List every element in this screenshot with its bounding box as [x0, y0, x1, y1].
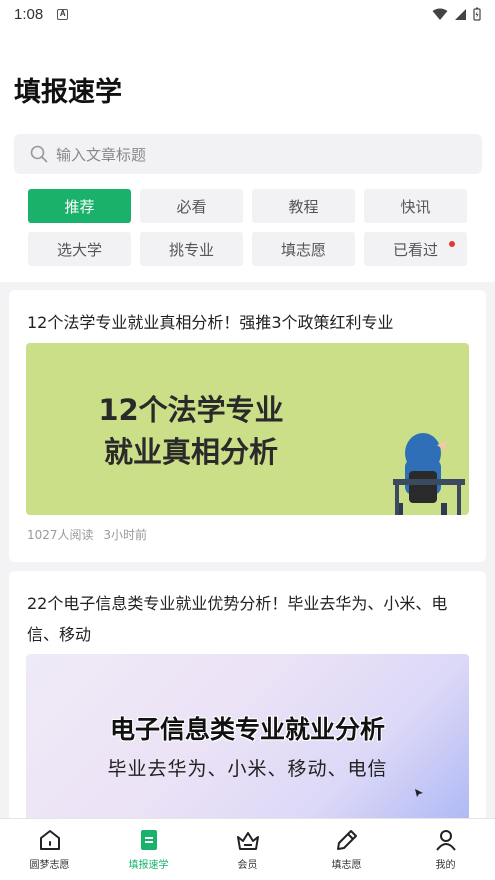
search-icon [30, 145, 48, 163]
tab-home[interactable]: 圆梦志愿 [0, 819, 99, 880]
cursor-icon [415, 789, 423, 797]
book-icon [140, 830, 157, 850]
chip-choose-university[interactable]: 选大学 [28, 232, 131, 266]
chip-choose-major[interactable]: 挑专业 [140, 232, 243, 266]
crown-icon [236, 832, 259, 850]
tab-learn[interactable]: 填报速学 [99, 819, 198, 880]
thumbnail-line2: 毕业去华为、小米、移动、电信 [107, 758, 388, 780]
thumbnail-line1: 12个法学专业 [98, 393, 284, 427]
unread-dot [449, 241, 455, 247]
article-title: 22个电子信息类专业就业优势分析！毕业去华为、小米、电信、移动 [27, 594, 448, 644]
article-title: 12个法学专业就业真相分析！强推3个政策红利专业 [27, 313, 394, 332]
article-meta: 1027人阅读 3小时前 [27, 526, 147, 543]
tab-member[interactable]: 会员 [198, 819, 297, 880]
read-count: 1027人阅读 [27, 528, 94, 542]
page-title: 填报速学 [14, 77, 122, 108]
article-thumbnail: 12个法学专业 就业真相分析 [26, 343, 469, 515]
tab-member-label: 会员 [237, 860, 258, 871]
search-input[interactable]: 输入文章标题 [56, 144, 146, 165]
student-illustration [393, 433, 465, 515]
article-card[interactable]: 12个法学专业就业真相分析！强推3个政策红利专业 12个法学专业 就业真相分析 … [9, 290, 486, 562]
header: 填报速学 输入文章标题 推荐 必看 教程 快讯 选大学 挑专业 填志愿 已看过 [0, 28, 495, 282]
chip-fill-application[interactable]: 填志愿 [252, 232, 355, 266]
search-bar[interactable]: 输入文章标题 [14, 134, 482, 174]
battery-icon [473, 7, 481, 21]
bottom-tab-bar: 圆梦志愿 填报速学 会员 填志愿 我的 [0, 818, 495, 880]
tab-apply[interactable]: 填志愿 [297, 819, 396, 880]
chip-tutorial[interactable]: 教程 [252, 189, 355, 223]
chip-viewed-label: 已看过 [392, 240, 438, 259]
notification-a-icon: A [57, 8, 69, 20]
user-icon [435, 830, 456, 851]
article-thumbnail: 电子信息类专业就业分析 毕业去华为、小米、移动、电信 [26, 654, 469, 844]
status-time: 1:08 [14, 5, 44, 23]
tab-learn-label: 填报速学 [128, 860, 169, 871]
thumbnail-line2: 就业真相分析 [103, 435, 278, 469]
tab-profile-label: 我的 [435, 860, 456, 871]
chip-recommend[interactable]: 推荐 [28, 189, 131, 223]
chip-news[interactable]: 快讯 [364, 189, 467, 223]
wifi-icon [432, 8, 448, 20]
status-bar: 1:08 A [0, 0, 495, 28]
chip-viewed[interactable]: 已看过 [364, 232, 467, 266]
thumbnail-line1: 电子信息类专业就业分析 [109, 715, 385, 744]
pencil-icon [336, 830, 357, 850]
tab-home-label: 圆梦志愿 [29, 860, 70, 871]
chip-must-read[interactable]: 必看 [140, 189, 243, 223]
tab-apply-label: 填志愿 [331, 860, 362, 871]
signal-icon [455, 8, 466, 20]
tab-profile[interactable]: 我的 [396, 819, 495, 880]
article-card[interactable]: 22个电子信息类专业就业优势分析！毕业去华为、小米、电信、移动 电子信息类专业就… [9, 571, 486, 844]
publish-time: 3小时前 [103, 528, 148, 542]
home-icon [39, 830, 60, 850]
